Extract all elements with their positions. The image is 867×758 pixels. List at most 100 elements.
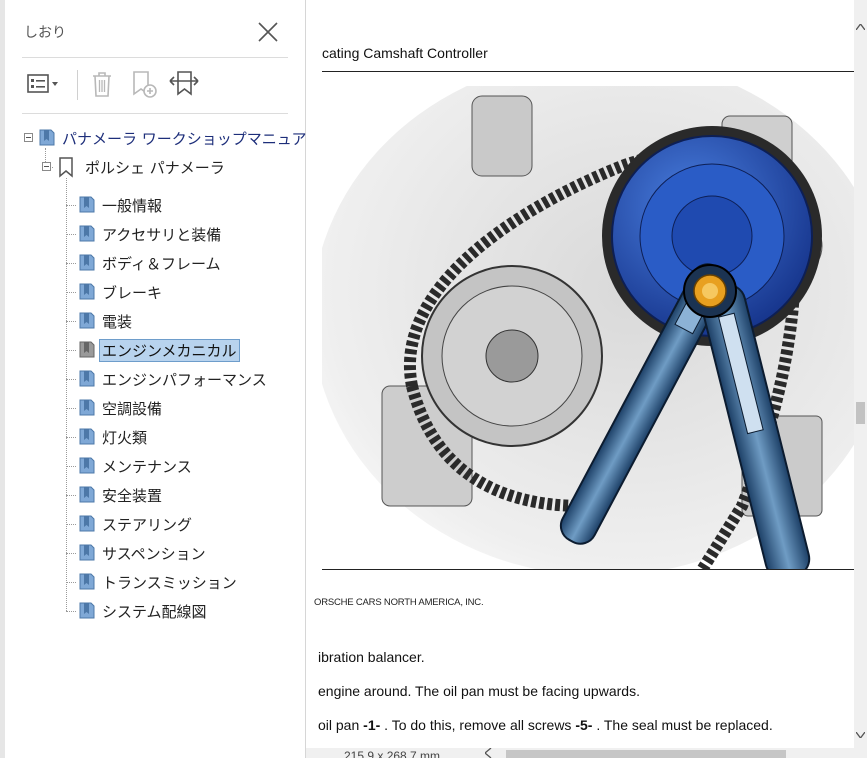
toolbar-separator <box>77 70 78 100</box>
bookmark-item[interactable]: ブレーキ <box>76 280 162 304</box>
engine-illustration <box>322 86 854 570</box>
collapse-toggle[interactable] <box>42 162 51 171</box>
divider <box>22 113 288 114</box>
new-bookmark-button[interactable] <box>124 64 164 104</box>
bookmark-page-icon <box>79 370 95 387</box>
bookmark-item[interactable]: 灯火類 <box>76 425 147 449</box>
tree-connector <box>66 611 76 613</box>
trash-icon <box>93 72 111 97</box>
bookmark-page-icon <box>79 341 95 358</box>
tree-connector <box>66 582 76 584</box>
options-menu-button[interactable] <box>22 64 62 104</box>
bookmark-item[interactable]: 空調設備 <box>76 396 162 420</box>
bookmark-label: 灯火類 <box>102 428 148 447</box>
horizontal-scroll-thumb[interactable] <box>506 750 786 758</box>
bookmark-item[interactable]: エンジンパフォーマンス <box>76 367 267 391</box>
bookmark-label: 電装 <box>102 312 133 331</box>
bookmark-item[interactable]: 一般情報 <box>76 193 162 217</box>
panel-edge <box>0 0 5 758</box>
bookmark-page-icon <box>79 254 95 271</box>
bookmark-page-icon <box>79 399 95 416</box>
bookmark-label: エンジンメカニカル <box>99 338 240 362</box>
bookmark-item[interactable]: ボディ＆フレーム <box>76 251 221 275</box>
bookmark-item[interactable]: ステアリング <box>76 512 192 536</box>
bookmark-page-icon <box>79 602 95 619</box>
bookmark-page-icon <box>79 283 95 300</box>
bookmark-root[interactable]: パナメーラ ワークショップマニュアル <box>36 126 321 150</box>
bookmark-label: アクセサリと装備 <box>102 225 222 244</box>
tree-connector <box>66 234 76 236</box>
delete-button[interactable] <box>82 64 122 104</box>
bookmark-item[interactable]: サスペンション <box>76 541 206 565</box>
bookmark-label: ブレーキ <box>102 283 163 302</box>
bookmark-label: ポルシェ パナメーラ <box>85 158 225 177</box>
bookmark-item[interactable]: アクセサリと装備 <box>76 222 221 246</box>
divider <box>22 57 288 58</box>
bookmark-item[interactable]: トランスミッション <box>76 570 237 594</box>
tree-connector <box>66 379 76 381</box>
panel-title: しおり <box>24 25 66 41</box>
bookmark-label: 安全装置 <box>102 486 163 505</box>
bookmark-item[interactable]: 安全装置 <box>76 483 162 507</box>
tree-connector <box>66 292 76 294</box>
bookmark-label: ステアリング <box>102 515 193 534</box>
bookmark-label: エンジンパフォーマンス <box>102 370 267 389</box>
new-bookmark-icon <box>133 71 157 98</box>
body-line-2: engine around. The oil pan must be facin… <box>318 683 640 699</box>
bookmark-label: サスペンション <box>102 544 206 563</box>
tree-connector <box>66 205 76 207</box>
close-icon[interactable] <box>254 18 282 46</box>
list-options-icon <box>27 74 58 93</box>
scroll-thumb[interactable] <box>856 402 865 424</box>
status-bar: 215.9 x 268.7 mm <box>306 748 867 758</box>
bookmark-item[interactable]: メンテナンス <box>76 454 192 478</box>
bookmark-page-icon <box>79 515 95 532</box>
bookmark-label: パナメーラ ワークショップマニュアル <box>62 129 322 148</box>
copyright-text: ORSCHE CARS NORTH AMERICA, INC. <box>314 597 484 608</box>
scroll-left-icon[interactable] <box>482 748 494 758</box>
scroll-down-icon[interactable] <box>854 728 867 742</box>
bookmarks-panel: しおり パナメーラ ワークショップマニュアル ポルシェ パナメーラ 一般情報 ア… <box>0 0 321 758</box>
rule <box>322 71 854 72</box>
bookmark-expand-button[interactable] <box>164 64 204 104</box>
bookmark-page-icon <box>79 225 95 242</box>
bookmark-page-icon <box>79 196 95 213</box>
tree-connector <box>66 495 76 497</box>
bookmark-page-icon <box>79 544 95 561</box>
bookmark-page-icon <box>79 486 95 503</box>
bookmark-book[interactable]: ポルシェ パナメーラ <box>55 155 225 179</box>
bookmark-icon <box>59 157 73 178</box>
tree-connector <box>66 553 76 555</box>
bookmark-page-icon <box>39 129 55 146</box>
tree-connector <box>66 321 76 323</box>
tree-connector <box>66 178 68 611</box>
bookmark-item[interactable]: 電装 <box>76 309 132 333</box>
bookmark-item[interactable]: エンジンメカニカル <box>76 338 240 362</box>
bookmark-page-icon <box>79 457 95 474</box>
vertical-scrollbar[interactable] <box>854 0 867 748</box>
document-view[interactable]: cating Camshaft Controller ORSCHE CARS N… <box>306 0 854 748</box>
bookmark-item[interactable]: システム配線図 <box>76 599 207 623</box>
body-line-1: ibration balancer. <box>318 649 425 665</box>
doc-heading: cating Camshaft Controller <box>322 45 488 61</box>
tree-connector <box>66 437 76 439</box>
tree-connector <box>66 350 76 352</box>
bookmark-page-icon <box>79 312 95 329</box>
tree-connector <box>66 408 76 410</box>
rule <box>322 569 854 570</box>
tree-connector <box>66 466 76 468</box>
bookmark-label: 空調設備 <box>102 399 163 418</box>
bookmark-page-icon <box>79 428 95 445</box>
page-size-label: 215.9 x 268.7 mm <box>344 749 441 758</box>
body-line-3: oil pan -1- . To do this, remove all scr… <box>318 717 773 733</box>
scroll-up-icon[interactable] <box>854 20 867 34</box>
bookmark-label: トランスミッション <box>102 573 237 592</box>
bookmark-expand-icon <box>169 71 199 96</box>
bookmark-page-icon <box>79 573 95 590</box>
tree-connector <box>66 263 76 265</box>
bookmark-label: メンテナンス <box>102 457 192 476</box>
bookmark-label: システム配線図 <box>102 602 207 621</box>
bookmark-label: ボディ＆フレーム <box>102 254 221 273</box>
tree-connector <box>66 524 76 526</box>
collapse-toggle[interactable] <box>24 133 33 142</box>
